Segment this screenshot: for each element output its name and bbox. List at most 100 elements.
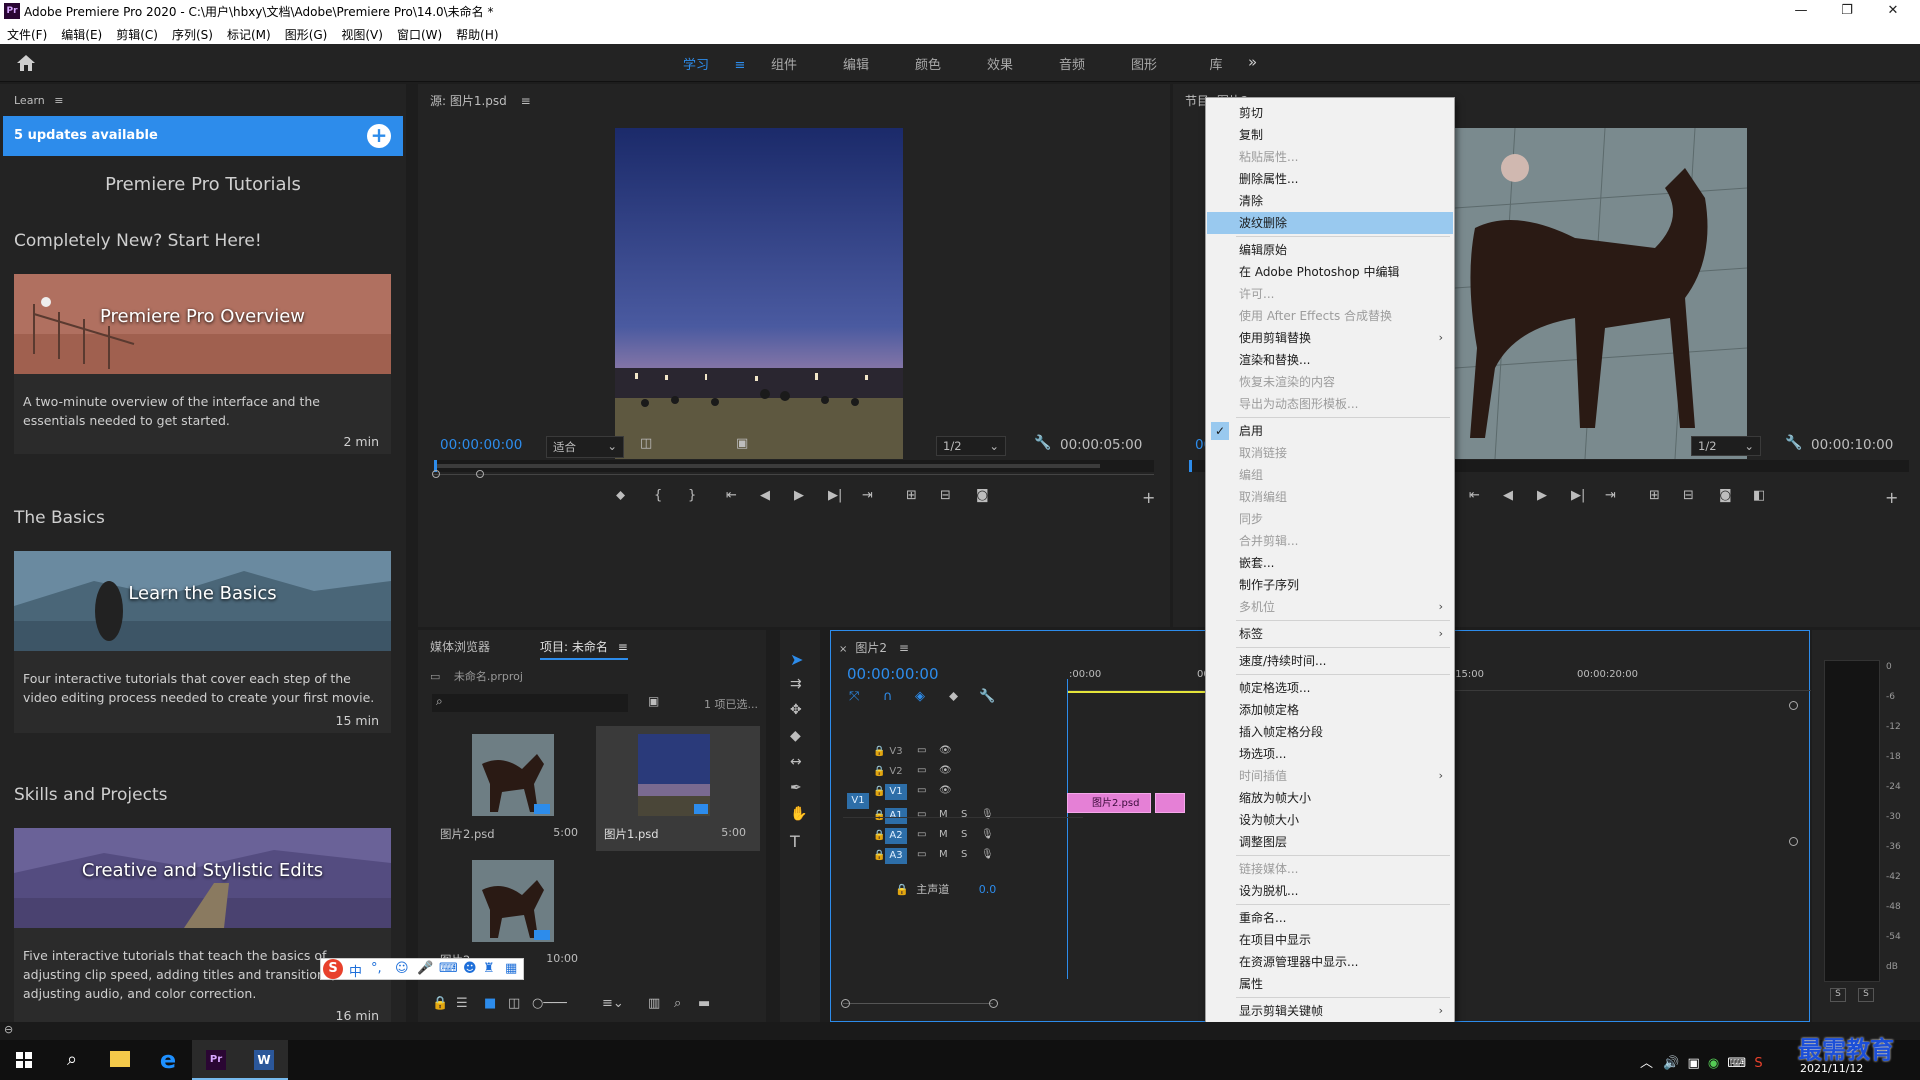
mic-icon[interactable]: 🎙 <box>981 849 994 860</box>
track-target[interactable]: V1 <box>885 784 907 800</box>
program-playhead[interactable] <box>1189 460 1192 472</box>
add-button-icon[interactable]: + <box>1885 488 1898 507</box>
panel-menu-icon[interactable]: ≡ <box>54 94 63 107</box>
find-icon[interactable]: ⌕ <box>674 996 681 1011</box>
sync-lock-icon[interactable]: ▭ <box>917 809 926 820</box>
source-scrub-bar[interactable] <box>434 460 1154 472</box>
close-tab-icon[interactable]: × <box>839 644 847 655</box>
notification-center-icon[interactable] <box>1880 1040 1920 1080</box>
context-menu-item[interactable]: 场选项... <box>1207 743 1453 765</box>
context-menu-item[interactable]: 删除属性... <box>1207 168 1453 190</box>
context-menu-item[interactable]: 调整图层 <box>1207 831 1453 853</box>
wrench-icon[interactable]: 🔧 <box>1034 435 1051 451</box>
insert-clip-icon[interactable]: ⊞ <box>906 488 917 503</box>
timeline-zoom-bar[interactable] <box>843 1003 993 1004</box>
add-button-icon[interactable]: + <box>1142 488 1155 507</box>
home-icon[interactable] <box>16 54 36 72</box>
source-patch-v1[interactable]: V1 <box>847 793 869 809</box>
track-target[interactable]: A1 <box>885 808 907 824</box>
tutorial-card-overview[interactable]: Premiere Pro Overview A two-minute overv… <box>14 274 391 454</box>
add-marker-icon[interactable]: ◈ <box>915 689 925 704</box>
linked-selection-icon[interactable]: ∩ <box>883 689 893 704</box>
menu-item[interactable]: 文件(F) <box>0 22 54 43</box>
context-menu-item[interactable]: 标签 › <box>1207 623 1453 645</box>
minimize-button[interactable]: — <box>1778 0 1824 22</box>
maximize-button[interactable]: ❐ <box>1824 0 1870 22</box>
workspace-tab[interactable]: 图形 <box>1108 54 1180 73</box>
timeline-timecode[interactable]: 00:00:00:00 <box>847 665 939 683</box>
settings-icon[interactable]: ◫ <box>640 436 652 451</box>
workspace-tab[interactable]: 库 <box>1180 54 1252 73</box>
lock-icon[interactable]: 🔒 <box>895 883 909 896</box>
eye-icon[interactable]: 👁 <box>939 785 952 796</box>
menu-item[interactable]: 视图(V) <box>334 22 390 43</box>
volume-icon[interactable]: 🔊 <box>1663 1056 1679 1071</box>
premiere-taskbar-icon[interactable]: Pr <box>192 1040 240 1080</box>
camera-icon[interactable]: ◙ <box>976 488 989 503</box>
more-workspaces-button[interactable]: » <box>1248 53 1257 71</box>
zoom-handle-right[interactable] <box>989 999 998 1008</box>
type-tool-icon[interactable]: T <box>790 832 810 852</box>
zoom-handle-right[interactable] <box>476 470 484 478</box>
lift-icon[interactable]: ⊞ <box>1649 488 1660 503</box>
sogou-logo-icon[interactable]: S <box>323 959 343 979</box>
context-menu-item[interactable]: 渲染和替换... <box>1207 349 1453 371</box>
wrench-icon[interactable]: 🔧 <box>979 689 995 704</box>
sync-lock-icon[interactable]: ▭ <box>917 785 926 796</box>
context-menu-item[interactable]: 速度/持续时间... <box>1207 650 1453 672</box>
grid-icon[interactable]: ▦ <box>505 961 517 976</box>
source-zoom-bar[interactable] <box>432 474 1154 475</box>
workspace-tab[interactable]: 学习 <box>660 54 732 73</box>
mute-button[interactable]: M <box>939 829 948 840</box>
go-to-out-icon[interactable]: ⇥ <box>862 488 873 503</box>
word-taskbar-icon[interactable]: W <box>240 1040 288 1080</box>
menu-item[interactable]: 图形(G) <box>278 22 335 43</box>
lock-icon[interactable]: 🔒 <box>873 830 885 841</box>
lock-icon[interactable]: 🔒 <box>873 766 885 777</box>
source-monitor-tab[interactable]: 源: 图片1.psd ≡ <box>430 92 531 109</box>
menu-item[interactable]: 剪辑(C) <box>109 22 165 43</box>
automate-icon[interactable]: ▥ <box>648 996 660 1011</box>
go-to-out-icon[interactable]: ⇥ <box>1605 488 1616 503</box>
mute-button[interactable]: M <box>939 849 948 860</box>
context-menu-item[interactable]: 设为脱机... <box>1207 880 1453 902</box>
menu-item[interactable]: 编辑(E) <box>54 22 109 43</box>
user-icon[interactable]: ☻ <box>463 961 477 976</box>
context-menu-item[interactable]: 设为帧大小 <box>1207 809 1453 831</box>
edge-browser-icon[interactable]: e <box>144 1040 192 1080</box>
sort-icon[interactable]: ≡⌄ <box>602 996 624 1011</box>
compare-icon[interactable]: ◧ <box>1753 488 1765 503</box>
source-resolution-dropdown[interactable]: 1/2 ⌄ <box>936 436 1006 456</box>
list-view-icon[interactable]: ☰ <box>456 996 468 1011</box>
timeline-playhead[interactable] <box>1067 679 1068 979</box>
context-menu-item[interactable]: 显示剪辑关键帧 › <box>1207 1000 1453 1022</box>
play-icon[interactable]: ▶ <box>1537 488 1547 503</box>
context-menu-item[interactable]: 波纹删除 <box>1207 212 1453 234</box>
tab-project[interactable]: 项目: 未命名 ≡ <box>540 638 628 660</box>
mic-icon[interactable]: 🎙 <box>981 809 994 820</box>
context-menu-item[interactable]: 制作子序列 <box>1207 574 1453 596</box>
context-menu-item[interactable]: 重命名... <box>1207 907 1453 929</box>
emoji-icon[interactable]: ☺ <box>395 961 409 976</box>
new-bin-icon[interactable]: ▣ <box>648 694 659 708</box>
menu-item[interactable]: 窗口(W) <box>390 22 449 43</box>
track-target[interactable]: A3 <box>885 848 907 864</box>
tutorial-card-creative[interactable]: Creative and Stylistic Edits Five intera… <box>14 828 391 1023</box>
mute-button[interactable]: M <box>939 809 948 820</box>
workspace-tab[interactable]: 音频 <box>1036 54 1108 73</box>
keyboard-icon[interactable]: ⌨ <box>439 961 458 976</box>
icon-view-icon[interactable]: ■ <box>484 996 496 1011</box>
context-menu-item[interactable]: 使用剪辑替换 › <box>1207 327 1453 349</box>
ime-tray-icon[interactable]: ⌨ <box>1727 1056 1746 1071</box>
ime-language[interactable]: 中 <box>349 961 362 980</box>
lock-icon[interactable]: 🔒 <box>873 746 885 757</box>
security-icon[interactable]: ◉ <box>1708 1056 1719 1071</box>
mark-out-icon[interactable]: } <box>688 488 696 503</box>
lock-icon[interactable]: 🔒 <box>873 810 885 821</box>
overwrite-clip-icon[interactable]: ⊟ <box>940 488 951 503</box>
tab-media-browser[interactable]: 媒体浏览器 <box>430 638 490 655</box>
mic-icon[interactable]: 🎤 <box>417 961 433 976</box>
workspace-menu-icon[interactable]: ≡ <box>732 58 748 73</box>
context-menu-item[interactable]: 在项目中显示 <box>1207 929 1453 951</box>
timeline-clip-2[interactable] <box>1155 793 1185 813</box>
